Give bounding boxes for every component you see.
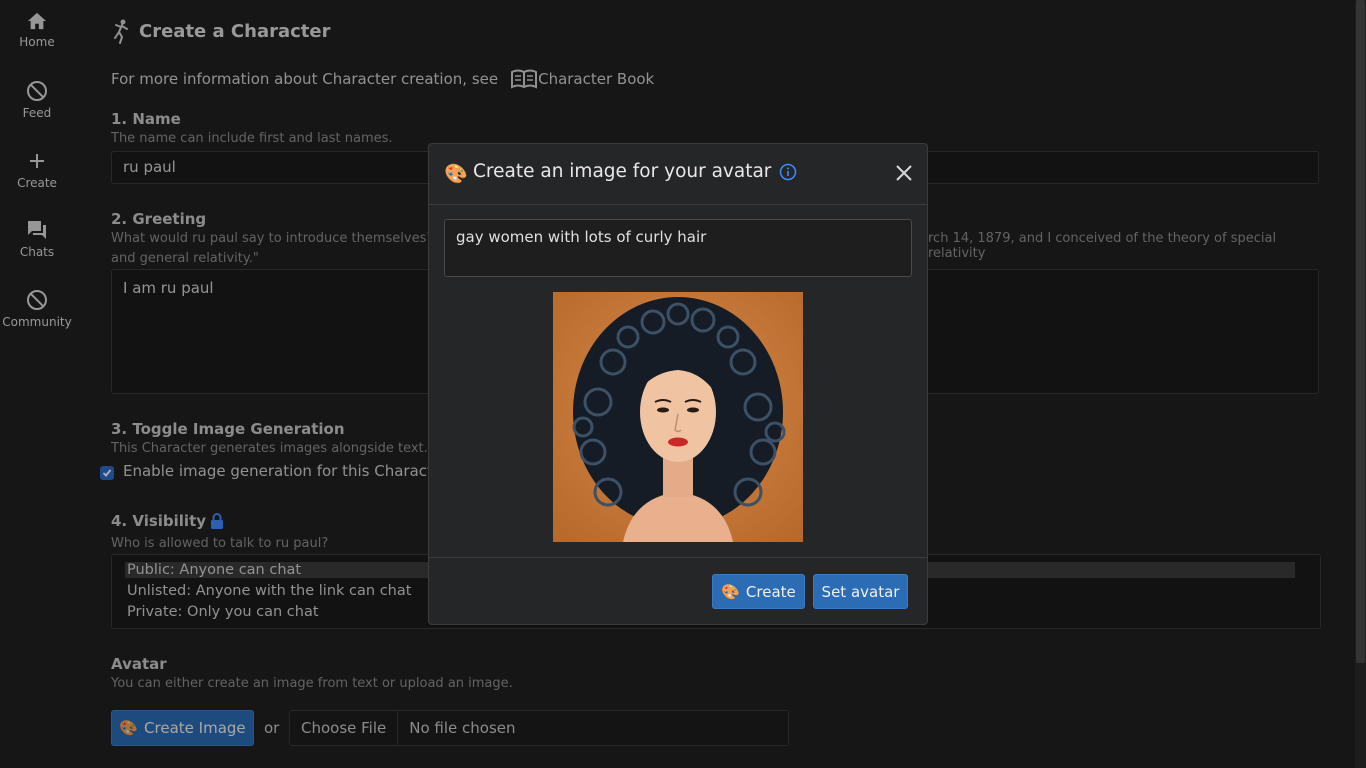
- palette-icon: 🎨: [444, 163, 468, 185]
- prompt-textarea[interactable]: gay women with lots of curly hair: [444, 219, 912, 277]
- set-avatar-button[interactable]: Set avatar: [813, 574, 908, 609]
- dialog-title-row: Create an image for your avatar: [473, 161, 797, 182]
- create-button-label: Create: [745, 582, 796, 601]
- close-icon[interactable]: [895, 164, 913, 182]
- dialog-footer: 🎨 Create Set avatar: [429, 557, 927, 625]
- create-button[interactable]: 🎨 Create: [712, 574, 805, 609]
- info-icon[interactable]: [779, 163, 797, 181]
- set-avatar-label: Set avatar: [821, 582, 900, 601]
- dialog-header: 🎨 Create an image for your avatar: [429, 144, 927, 205]
- prompt-value: gay women with lots of curly hair: [456, 228, 707, 246]
- generated-avatar-image: [553, 292, 803, 542]
- avatar-image-dialog: 🎨 Create an image for your avatar gay wo…: [428, 143, 928, 625]
- palette-icon: 🎨: [721, 582, 740, 601]
- dialog-title: Create an image for your avatar: [473, 161, 772, 182]
